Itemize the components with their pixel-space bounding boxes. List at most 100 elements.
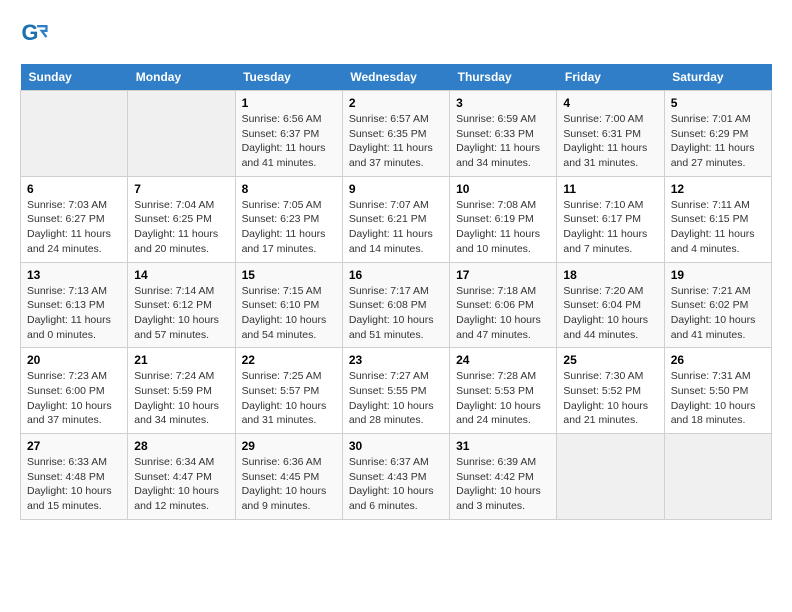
calendar-cell — [128, 91, 235, 177]
day-info: Sunrise: 7:15 AMSunset: 6:10 PMDaylight:… — [242, 284, 336, 343]
calendar-week-row: 20Sunrise: 7:23 AMSunset: 6:00 PMDayligh… — [21, 348, 772, 434]
day-info: Sunrise: 7:17 AMSunset: 6:08 PMDaylight:… — [349, 284, 443, 343]
day-number: 25 — [563, 353, 657, 367]
day-info: Sunrise: 7:18 AMSunset: 6:06 PMDaylight:… — [456, 284, 550, 343]
svg-text:G: G — [22, 20, 39, 45]
calendar-cell: 13 Sunrise: 7:13 AMSunset: 6:13 PMDayligh… — [21, 262, 128, 348]
weekday-header: Friday — [557, 64, 664, 91]
day-number: 10 — [456, 182, 550, 196]
logo-icon: G — [20, 20, 48, 48]
day-number: 11 — [563, 182, 657, 196]
calendar-cell: 20Sunrise: 7:23 AMSunset: 6:00 PMDayligh… — [21, 348, 128, 434]
day-number: 24 — [456, 353, 550, 367]
calendar-cell: 17 Sunrise: 7:18 AMSunset: 6:06 PMDayligh… — [450, 262, 557, 348]
calendar-cell: 21 Sunrise: 7:24 AMSunset: 5:59 PMDayligh… — [128, 348, 235, 434]
day-number: 15 — [242, 268, 336, 282]
day-info: Sunrise: 6:39 AMSunset: 4:42 PMDaylight:… — [456, 455, 550, 514]
calendar-cell: 8 Sunrise: 7:05 AMSunset: 6:23 PMDaylight… — [235, 176, 342, 262]
day-info: Sunrise: 7:03 AMSunset: 6:27 PMDaylight:… — [27, 198, 121, 257]
weekday-header: Tuesday — [235, 64, 342, 91]
day-info: Sunrise: 7:04 AMSunset: 6:25 PMDaylight:… — [134, 198, 228, 257]
day-info: Sunrise: 6:33 AMSunset: 4:48 PMDaylight:… — [27, 455, 121, 514]
calendar-cell: 5 Sunrise: 7:01 AMSunset: 6:29 PMDaylight… — [664, 91, 771, 177]
day-info: Sunrise: 7:01 AMSunset: 6:29 PMDaylight:… — [671, 112, 765, 171]
day-number: 21 — [134, 353, 228, 367]
day-info: Sunrise: 7:10 AMSunset: 6:17 PMDaylight:… — [563, 198, 657, 257]
calendar-cell — [21, 91, 128, 177]
calendar-week-row: 27 Sunrise: 6:33 AMSunset: 4:48 PMDayligh… — [21, 434, 772, 520]
day-info: Sunrise: 6:59 AMSunset: 6:33 PMDaylight:… — [456, 112, 550, 171]
day-info: Sunrise: 6:34 AMSunset: 4:47 PMDaylight:… — [134, 455, 228, 514]
calendar-cell: 23Sunrise: 7:27 AMSunset: 5:55 PMDayligh… — [342, 348, 449, 434]
day-number: 14 — [134, 268, 228, 282]
calendar-cell: 31Sunrise: 6:39 AMSunset: 4:42 PMDayligh… — [450, 434, 557, 520]
calendar-cell — [557, 434, 664, 520]
calendar-cell: 15 Sunrise: 7:15 AMSunset: 6:10 PMDayligh… — [235, 262, 342, 348]
day-info: Sunrise: 7:13 AMSunset: 6:13 PMDaylight:… — [27, 284, 121, 343]
day-info: Sunrise: 7:14 AMSunset: 6:12 PMDaylight:… — [134, 284, 228, 343]
day-info: Sunrise: 7:25 AMSunset: 5:57 PMDaylight:… — [242, 369, 336, 428]
day-info: Sunrise: 7:08 AMSunset: 6:19 PMDaylight:… — [456, 198, 550, 257]
calendar-cell: 11 Sunrise: 7:10 AMSunset: 6:17 PMDayligh… — [557, 176, 664, 262]
weekday-header: Sunday — [21, 64, 128, 91]
day-number: 5 — [671, 96, 765, 110]
day-info: Sunrise: 7:30 AMSunset: 5:52 PMDaylight:… — [563, 369, 657, 428]
day-info: Sunrise: 7:11 AMSunset: 6:15 PMDaylight:… — [671, 198, 765, 257]
day-info: Sunrise: 7:00 AMSunset: 6:31 PMDaylight:… — [563, 112, 657, 171]
day-number: 2 — [349, 96, 443, 110]
day-info: Sunrise: 6:56 AMSunset: 6:37 PMDaylight:… — [242, 112, 336, 171]
day-number: 26 — [671, 353, 765, 367]
calendar-cell: 26 Sunrise: 7:31 AMSunset: 5:50 PMDayligh… — [664, 348, 771, 434]
day-info: Sunrise: 7:07 AMSunset: 6:21 PMDaylight:… — [349, 198, 443, 257]
calendar-cell: 7 Sunrise: 7:04 AMSunset: 6:25 PMDaylight… — [128, 176, 235, 262]
day-info: Sunrise: 7:27 AMSunset: 5:55 PMDaylight:… — [349, 369, 443, 428]
calendar-cell: 24 Sunrise: 7:28 AMSunset: 5:53 PMDayligh… — [450, 348, 557, 434]
day-info: Sunrise: 7:20 AMSunset: 6:04 PMDaylight:… — [563, 284, 657, 343]
day-number: 7 — [134, 182, 228, 196]
day-info: Sunrise: 7:28 AMSunset: 5:53 PMDaylight:… — [456, 369, 550, 428]
calendar-week-row: 13 Sunrise: 7:13 AMSunset: 6:13 PMDayligh… — [21, 262, 772, 348]
calendar-cell: 3 Sunrise: 6:59 AMSunset: 6:33 PMDaylight… — [450, 91, 557, 177]
day-number: 27 — [27, 439, 121, 453]
day-number: 13 — [27, 268, 121, 282]
day-number: 30 — [349, 439, 443, 453]
day-info: Sunrise: 7:05 AMSunset: 6:23 PMDaylight:… — [242, 198, 336, 257]
calendar-cell: 10 Sunrise: 7:08 AMSunset: 6:19 PMDayligh… — [450, 176, 557, 262]
day-info: Sunrise: 6:37 AMSunset: 4:43 PMDaylight:… — [349, 455, 443, 514]
calendar-cell: 25 Sunrise: 7:30 AMSunset: 5:52 PMDayligh… — [557, 348, 664, 434]
calendar-cell — [664, 434, 771, 520]
day-info: Sunrise: 6:57 AMSunset: 6:35 PMDaylight:… — [349, 112, 443, 171]
day-number: 16 — [349, 268, 443, 282]
day-number: 19 — [671, 268, 765, 282]
day-number: 28 — [134, 439, 228, 453]
day-info: Sunrise: 7:21 AMSunset: 6:02 PMDaylight:… — [671, 284, 765, 343]
calendar-cell: 2 Sunrise: 6:57 AMSunset: 6:35 PMDaylight… — [342, 91, 449, 177]
weekday-header: Thursday — [450, 64, 557, 91]
day-number: 22 — [242, 353, 336, 367]
day-number: 17 — [456, 268, 550, 282]
calendar-table: SundayMondayTuesdayWednesdayThursdayFrid… — [20, 64, 772, 520]
day-number: 3 — [456, 96, 550, 110]
day-number: 12 — [671, 182, 765, 196]
day-info: Sunrise: 7:31 AMSunset: 5:50 PMDaylight:… — [671, 369, 765, 428]
weekday-header: Wednesday — [342, 64, 449, 91]
calendar-cell: 12 Sunrise: 7:11 AMSunset: 6:15 PMDayligh… — [664, 176, 771, 262]
day-info: Sunrise: 6:36 AMSunset: 4:45 PMDaylight:… — [242, 455, 336, 514]
day-number: 8 — [242, 182, 336, 196]
logo: G — [20, 20, 52, 48]
calendar-header-row: SundayMondayTuesdayWednesdayThursdayFrid… — [21, 64, 772, 91]
calendar-week-row: 1Sunrise: 6:56 AMSunset: 6:37 PMDaylight… — [21, 91, 772, 177]
calendar-cell: 28 Sunrise: 6:34 AMSunset: 4:47 PMDayligh… — [128, 434, 235, 520]
day-number: 29 — [242, 439, 336, 453]
day-number: 6 — [27, 182, 121, 196]
day-number: 18 — [563, 268, 657, 282]
calendar-cell: 29 Sunrise: 6:36 AMSunset: 4:45 PMDayligh… — [235, 434, 342, 520]
calendar-cell: 30 Sunrise: 6:37 AMSunset: 4:43 PMDayligh… — [342, 434, 449, 520]
calendar-week-row: 6 Sunrise: 7:03 AMSunset: 6:27 PMDaylight… — [21, 176, 772, 262]
calendar-cell: 16 Sunrise: 7:17 AMSunset: 6:08 PMDayligh… — [342, 262, 449, 348]
day-number: 9 — [349, 182, 443, 196]
day-number: 20 — [27, 353, 121, 367]
calendar-cell: 4Sunrise: 7:00 AMSunset: 6:31 PMDaylight… — [557, 91, 664, 177]
page-header: G — [20, 20, 772, 48]
day-info: Sunrise: 7:24 AMSunset: 5:59 PMDaylight:… — [134, 369, 228, 428]
